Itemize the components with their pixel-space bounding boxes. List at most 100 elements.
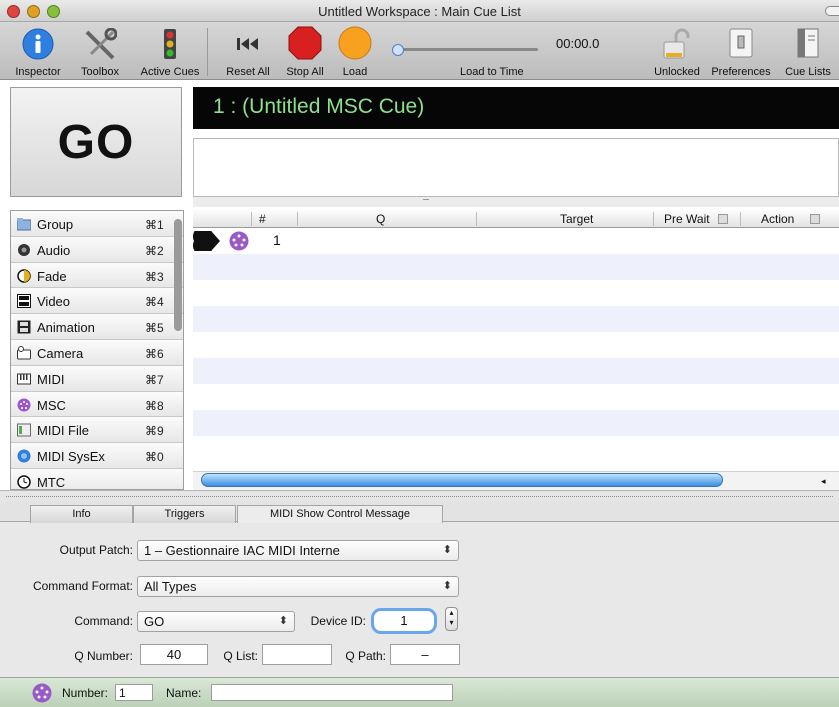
column-header-target[interactable]: Target — [560, 212, 593, 226]
column-separator — [476, 212, 477, 226]
q-path-input[interactable]: – — [390, 644, 460, 665]
table-row[interactable]: 1 — [193, 226, 839, 256]
toolbar-toggle-button[interactable] — [825, 6, 839, 16]
command-value: GO — [144, 614, 165, 629]
cue-types-scrollbar[interactable] — [174, 219, 182, 331]
footer-name-input[interactable] — [211, 684, 453, 701]
cue-type-label: MIDI — [37, 371, 65, 387]
device-id-input[interactable]: 1 — [371, 608, 437, 634]
cue-number-cell[interactable]: 1 — [273, 232, 281, 248]
preferences-button[interactable]: Preferences — [711, 22, 771, 80]
load-time-slider[interactable] — [392, 44, 538, 56]
table-stripe — [193, 358, 839, 384]
scroll-left-arrow[interactable]: ◂ — [821, 476, 826, 487]
q-number-value: 40 — [166, 647, 182, 662]
inspector-divider[interactable] — [0, 490, 839, 502]
q-path-value: – — [421, 647, 429, 662]
msc-cue-icon — [229, 231, 249, 254]
unlocked-padlock-icon — [662, 28, 692, 63]
cue-type-midi-sysex[interactable]: MIDI SysEx ⌘0 — [11, 443, 183, 469]
cue-type-label: Animation — [37, 320, 95, 336]
speaker-icon — [17, 243, 31, 257]
cue-type-video[interactable]: Video ⌘4 — [11, 288, 183, 315]
q-list-input[interactable] — [262, 644, 332, 665]
cue-type-shortcut: ⌘1 — [145, 218, 164, 232]
horizontal-scroll-thumb[interactable] — [201, 473, 723, 487]
cue-type-shortcut: ⌘8 — [145, 398, 164, 413]
table-header: # Q Target Pre Wait Action — [193, 210, 839, 228]
fade-icon — [17, 268, 31, 283]
reset-all-button[interactable]: Reset All — [226, 22, 270, 80]
cue-type-shortcut: ⌘2 — [145, 243, 164, 258]
cue-type-label: Camera — [37, 345, 84, 361]
cue-type-midi-file[interactable]: MIDI File ⌘9 — [11, 417, 183, 444]
command-format-label: Command Format: — [32, 579, 133, 593]
cue-type-camera[interactable]: Camera ⌘6 — [11, 339, 183, 366]
toolbox-button[interactable]: Toolbox — [80, 22, 120, 80]
rewind-icon — [236, 36, 260, 55]
cue-status-bar: Number: 1 Name: — [0, 677, 839, 707]
load-to-time-label: Load to Time — [460, 66, 524, 78]
tab-triggers[interactable]: Triggers — [133, 505, 236, 523]
action-toggle-icon[interactable] — [810, 214, 820, 224]
column-header-action[interactable]: Action — [761, 212, 794, 226]
sysex-icon — [17, 449, 31, 463]
inspector-body: Output Patch: 1 – Gestionnaire IAC MIDI … — [0, 523, 839, 677]
popup-arrows-icon: ⬍ — [442, 544, 452, 556]
go-label: GO — [57, 115, 135, 169]
command-format-select[interactable]: All Types ⬍ — [137, 576, 459, 597]
table-stripe — [193, 254, 839, 280]
cue-type-midi[interactable]: MIDI ⌘7 — [11, 365, 183, 392]
footer-number-value: 1 — [119, 686, 126, 700]
load-button[interactable]: Load — [335, 22, 375, 80]
footer-number-input[interactable]: 1 — [115, 684, 153, 701]
traffic-light-icon — [163, 28, 177, 63]
column-header-pre-wait[interactable]: Pre Wait — [664, 212, 710, 226]
cue-type-group[interactable]: Group ⌘1 — [11, 211, 183, 237]
column-header-q[interactable]: Q — [376, 212, 385, 226]
toolbox-label: Toolbox — [81, 66, 119, 78]
q-path-label: Q Path: — [345, 649, 386, 663]
pre-wait-toggle-icon[interactable] — [718, 214, 728, 224]
output-patch-select[interactable]: 1 – Gestionnaire IAC MIDI Interne ⬍ — [137, 540, 459, 561]
cue-lists-button[interactable]: Cue Lists — [785, 22, 831, 80]
column-separator — [297, 212, 298, 226]
cue-type-shortcut: ⌘7 — [145, 372, 164, 387]
slider-knob[interactable] — [392, 44, 404, 56]
command-select[interactable]: GO ⬍ — [137, 611, 295, 632]
command-format-value: All Types — [144, 579, 197, 594]
cue-notes-field[interactable] — [193, 138, 839, 197]
lock-button[interactable]: Unlocked — [654, 22, 700, 80]
cue-type-animation[interactable]: Animation ⌘5 — [11, 314, 183, 340]
current-cue-title: 1 : (Untitled MSC Cue) — [213, 95, 425, 118]
q-number-input[interactable]: 40 — [140, 644, 208, 665]
popup-arrows-icon: ⬍ — [278, 615, 288, 627]
cue-type-mtc[interactable]: MTC — [11, 468, 183, 489]
cue-type-audio[interactable]: Audio ⌘2 — [11, 236, 183, 263]
cue-type-shortcut: ⌘4 — [145, 295, 164, 310]
inspector-tabs: Info Triggers MIDI Show Control Message — [0, 502, 839, 524]
cue-type-toolbox: Group ⌘1 Audio ⌘2 Fade ⌘3 Video ⌘4 Anima… — [10, 210, 184, 490]
video-icon — [17, 294, 31, 309]
midi-connector-icon — [17, 398, 31, 412]
active-cues-label: Active Cues — [140, 66, 200, 78]
slider-track — [396, 48, 538, 51]
output-patch-label: Output Patch: — [59, 543, 133, 557]
window-title-bar: Untitled Workspace : Main Cue List — [0, 0, 839, 22]
midi-file-icon — [17, 423, 31, 437]
splitter-handle[interactable] — [423, 199, 429, 203]
footer-number-label: Number: — [62, 686, 109, 700]
column-header-number[interactable]: # — [259, 212, 266, 226]
cue-type-fade[interactable]: Fade ⌘3 — [11, 262, 183, 289]
cue-type-shortcut: ⌘0 — [145, 450, 164, 465]
clock-icon — [17, 475, 31, 489]
tab-midi-show-control-message[interactable]: MIDI Show Control Message — [237, 505, 443, 524]
inspector-button[interactable]: Inspector — [15, 22, 61, 80]
cue-type-label: Group — [37, 217, 74, 232]
device-id-stepper[interactable]: ▴ ▾ — [445, 607, 458, 631]
notes-splitter[interactable] — [193, 197, 839, 207]
tab-info[interactable]: Info — [30, 505, 133, 523]
active-cues-button[interactable]: Active Cues — [141, 22, 199, 80]
cue-type-msc[interactable]: MSC ⌘8 — [11, 391, 183, 418]
go-button[interactable]: GO — [10, 87, 182, 197]
